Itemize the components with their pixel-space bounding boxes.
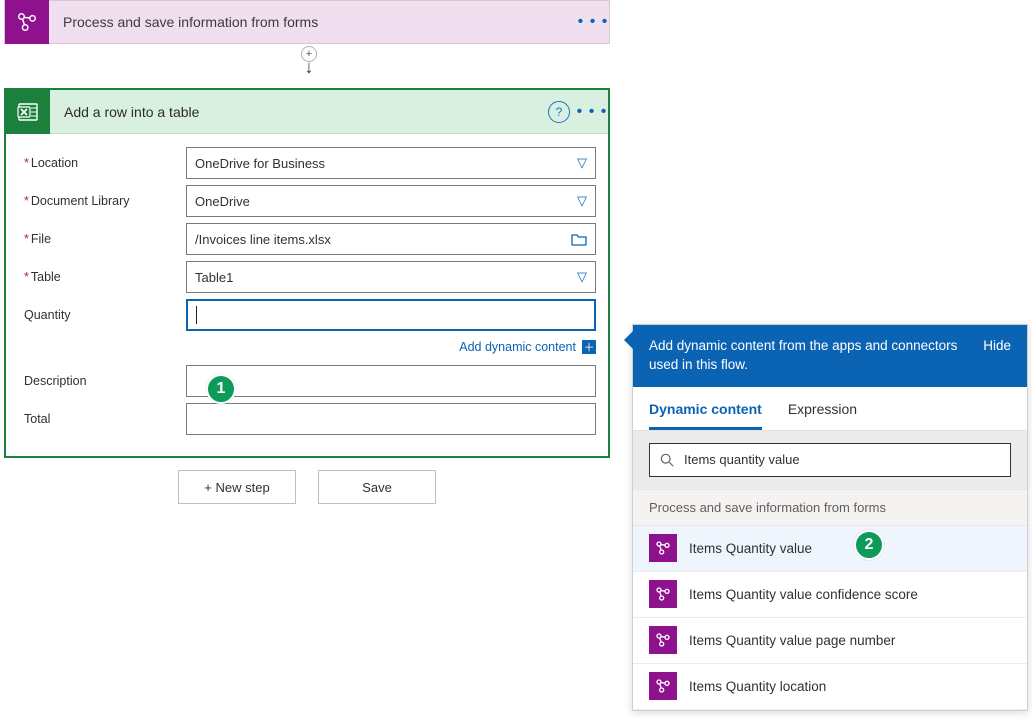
dc-result-label: Items Quantity value confidence score bbox=[689, 587, 918, 602]
field-row-library: * Document Library OneDrive ▽ bbox=[24, 182, 596, 220]
field-row-location: * Location OneDrive for Business ▽ bbox=[24, 144, 596, 182]
total-input[interactable] bbox=[186, 403, 596, 435]
ai-builder-icon bbox=[649, 672, 677, 700]
field-label-table: * Table bbox=[24, 270, 186, 284]
field-row-description: Description bbox=[24, 362, 596, 400]
required-marker: * bbox=[24, 270, 29, 284]
dc-result-items-quantity-page[interactable]: Items Quantity value page number bbox=[633, 618, 1027, 664]
action-form: * Location OneDrive for Business ▽ * Doc… bbox=[6, 134, 608, 456]
chevron-down-icon[interactable]: ▽ bbox=[577, 269, 587, 285]
add-dynamic-content-icon: ＋ bbox=[582, 340, 596, 354]
field-row-table: * Table Table1 ▽ bbox=[24, 258, 596, 296]
trigger-card[interactable]: Process and save information from forms … bbox=[4, 0, 610, 44]
field-row-quantity: Quantity bbox=[24, 296, 596, 334]
field-label-library: * Document Library bbox=[24, 194, 186, 208]
chevron-down-icon[interactable]: ▽ bbox=[577, 193, 587, 209]
dynamic-content-search-wrap: Items quantity value bbox=[633, 431, 1027, 489]
field-row-total: Total bbox=[24, 400, 596, 438]
new-step-button[interactable]: + New step bbox=[178, 470, 296, 504]
dynamic-content-tabs: Dynamic content Expression bbox=[633, 387, 1027, 431]
folder-icon[interactable] bbox=[571, 232, 587, 246]
dc-result-label: Items Quantity value bbox=[689, 541, 812, 556]
callout-badge-2: 2 bbox=[854, 530, 884, 560]
flow-arrow-icon: ↓ bbox=[298, 60, 320, 74]
insert-step-button[interactable]: + bbox=[301, 46, 317, 62]
description-input[interactable] bbox=[186, 365, 596, 397]
dynamic-content-header-text: Add dynamic content from the apps and co… bbox=[649, 337, 971, 375]
action-card-header[interactable]: Add a row into a table ? • • • bbox=[6, 90, 608, 134]
search-value: Items quantity value bbox=[684, 452, 800, 467]
trigger-more-menu[interactable]: • • • bbox=[577, 13, 609, 31]
field-row-file: * File /Invoices line items.xlsx bbox=[24, 220, 596, 258]
tab-expression[interactable]: Expression bbox=[788, 401, 857, 430]
ai-builder-icon bbox=[649, 534, 677, 562]
dc-result-items-quantity-value[interactable]: Items Quantity value bbox=[633, 526, 1027, 572]
field-label-total: Total bbox=[24, 412, 186, 426]
required-marker: * bbox=[24, 156, 29, 170]
field-label-file: * File bbox=[24, 232, 186, 246]
location-dropdown[interactable]: OneDrive for Business ▽ bbox=[186, 147, 596, 179]
action-more-menu[interactable]: • • • bbox=[576, 103, 608, 121]
chevron-down-icon[interactable]: ▽ bbox=[577, 155, 587, 171]
help-icon[interactable]: ? bbox=[548, 101, 570, 123]
action-card-add-row[interactable]: Add a row into a table ? • • • * Locatio… bbox=[4, 88, 610, 458]
trigger-title: Process and save information from forms bbox=[49, 14, 577, 30]
dc-result-items-quantity-confidence[interactable]: Items Quantity value confidence score bbox=[633, 572, 1027, 618]
insert-step-connector: + ↓ bbox=[298, 46, 320, 74]
required-marker: * bbox=[24, 194, 29, 208]
text-caret bbox=[196, 306, 197, 324]
dc-result-label: Items Quantity value page number bbox=[689, 633, 895, 648]
dynamic-content-group-title: Process and save information from forms bbox=[633, 489, 1027, 526]
table-dropdown[interactable]: Table1 ▽ bbox=[186, 261, 596, 293]
action-title: Add a row into a table bbox=[50, 104, 548, 120]
callout-badge-1: 1 bbox=[206, 374, 236, 404]
library-dropdown[interactable]: OneDrive ▽ bbox=[186, 185, 596, 217]
tab-dynamic-content[interactable]: Dynamic content bbox=[649, 401, 762, 430]
hide-panel-link[interactable]: Hide bbox=[983, 337, 1011, 356]
ai-builder-icon bbox=[649, 580, 677, 608]
add-dynamic-content-link[interactable]: Add dynamic content ＋ bbox=[24, 340, 596, 354]
search-icon bbox=[660, 453, 674, 467]
dynamic-content-search-input[interactable]: Items quantity value bbox=[649, 443, 1011, 477]
designer-footer: + New step Save bbox=[4, 470, 610, 504]
dc-result-label: Items Quantity location bbox=[689, 679, 826, 694]
dc-result-items-quantity-location[interactable]: Items Quantity location bbox=[633, 664, 1027, 710]
field-label-quantity: Quantity bbox=[24, 308, 186, 322]
quantity-input[interactable] bbox=[186, 299, 596, 331]
save-button[interactable]: Save bbox=[318, 470, 436, 504]
ai-builder-icon bbox=[5, 0, 49, 44]
dynamic-content-header: Add dynamic content from the apps and co… bbox=[633, 325, 1027, 387]
excel-icon bbox=[6, 90, 50, 134]
file-picker[interactable]: /Invoices line items.xlsx bbox=[186, 223, 596, 255]
required-marker: * bbox=[24, 232, 29, 246]
field-label-location: * Location bbox=[24, 156, 186, 170]
ai-builder-icon bbox=[649, 626, 677, 654]
dynamic-content-panel: Add dynamic content from the apps and co… bbox=[632, 324, 1028, 711]
field-label-description: Description bbox=[24, 374, 186, 388]
